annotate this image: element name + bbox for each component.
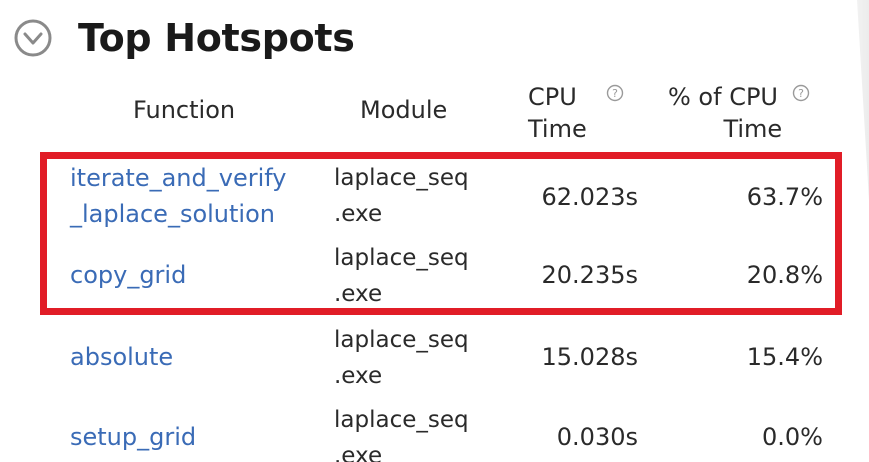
module-name-line2: .exe: [334, 281, 383, 307]
function-link[interactable]: setup_grid: [70, 418, 196, 456]
column-header-cpu-time-line1: CPU: [528, 83, 577, 111]
column-header-function[interactable]: Function: [133, 94, 235, 126]
column-header-pct-cpu[interactable]: % of CPU ? Time: [668, 78, 810, 145]
function-link[interactable]: copy_grid: [70, 256, 186, 294]
module-name: laplace_seq .exe: [334, 402, 469, 462]
pct-cpu-value: 0.0%: [762, 423, 823, 451]
column-header-pct-cpu-line2: Time: [723, 115, 783, 143]
module-name-line1: laplace_seq: [334, 327, 469, 353]
svg-text:?: ?: [613, 87, 619, 100]
module-name-line2: .exe: [334, 363, 383, 389]
help-icon[interactable]: ?: [792, 78, 810, 102]
module-name: laplace_seq .exe: [334, 160, 469, 232]
pct-cpu-value: 20.8%: [746, 261, 823, 289]
pct-cpu-value: 15.4%: [746, 343, 823, 371]
cpu-time-value: 62.023s: [541, 183, 638, 211]
chevron-down-circle-icon[interactable]: [10, 15, 56, 61]
module-name-line1: laplace_seq: [334, 245, 469, 271]
function-name-line1: iterate_and_verify: [70, 164, 287, 192]
panel-header: Top Hotspots: [10, 10, 355, 66]
column-header-cpu-time[interactable]: CPU ? Time: [528, 78, 624, 145]
column-header-module[interactable]: Module: [360, 94, 447, 126]
function-link[interactable]: absolute: [70, 338, 173, 376]
cpu-time-value: 20.235s: [541, 261, 638, 289]
column-header-pct-cpu-line1: % of CPU: [668, 83, 778, 111]
pct-cpu-value: 63.7%: [746, 183, 823, 211]
function-name-line2: _laplace_solution: [70, 200, 275, 228]
module-name: laplace_seq .exe: [334, 240, 469, 312]
svg-text:?: ?: [798, 87, 804, 100]
module-name: laplace_seq .exe: [334, 322, 469, 394]
column-header-cpu-time-line2: Time: [528, 115, 587, 143]
help-icon[interactable]: ?: [606, 78, 624, 102]
panel-title: Top Hotspots: [78, 16, 355, 60]
module-name-line2: .exe: [334, 201, 383, 227]
cpu-time-value: 15.028s: [541, 343, 638, 371]
module-name-line1: laplace_seq: [334, 165, 469, 191]
cpu-time-value: 0.030s: [556, 423, 638, 451]
corner-shade: [857, 0, 869, 200]
module-name-line2: .exe: [334, 443, 383, 462]
module-name-line1: laplace_seq: [334, 407, 469, 433]
function-link[interactable]: iterate_and_verify _laplace_solution: [70, 160, 286, 232]
